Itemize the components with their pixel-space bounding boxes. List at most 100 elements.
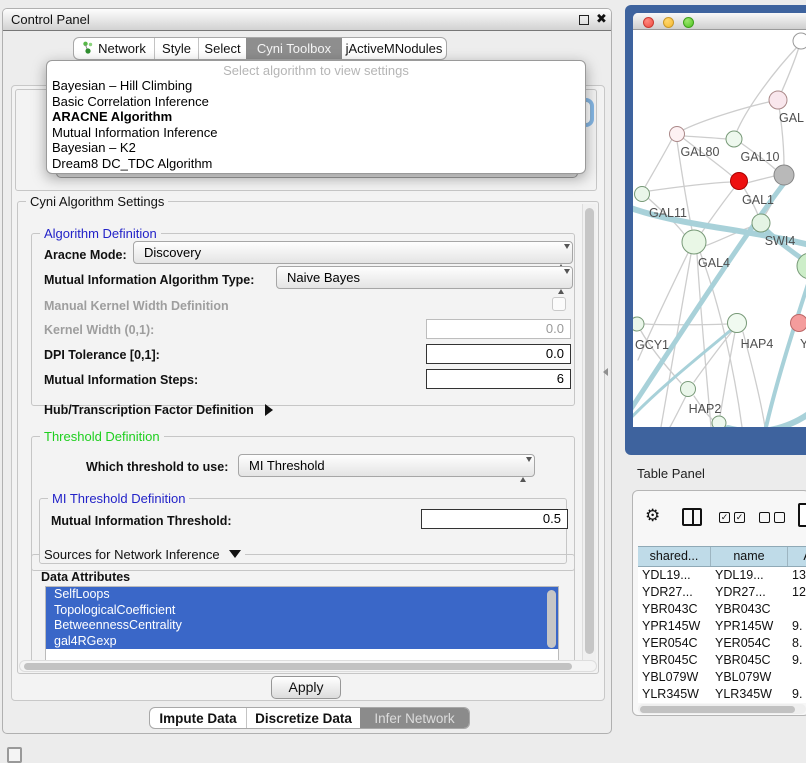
table-body: YDL19...YDL19...13YDR27...YDR27...12YBR0…: [638, 567, 806, 703]
mac-close-icon[interactable]: [643, 17, 654, 28]
mi-threshold-label: Mutual Information Threshold:: [51, 514, 232, 528]
which-threshold-combobox[interactable]: MI Threshold: [238, 454, 535, 477]
network-node-gal11[interactable]: [635, 187, 650, 202]
aracne-mode-combobox[interactable]: Discovery: [133, 241, 573, 264]
tab-discretize-data[interactable]: Discretize Data: [246, 708, 360, 728]
settings-horizontal-scrollbar[interactable]: [19, 660, 597, 672]
hub-definition-expander[interactable]: Hub/Transcription Factor Definition: [44, 403, 273, 417]
tab-label: Style: [162, 41, 191, 56]
cyni-bottom-tab-bar: Impute DataDiscretize DataInfer Network: [149, 707, 470, 729]
collapsed-panel-icon[interactable]: [7, 747, 22, 763]
close-icon[interactable]: ✖: [596, 11, 607, 27]
table-row[interactable]: YPR145WYPR145W9.: [638, 618, 806, 635]
network-canvas[interactable]: GALGAL80GAL10GAL1GAL11SWI4GAL4GCY1HAP4YH…: [633, 30, 806, 427]
algorithm-dropdown-items: Bayesian – Hill ClimbingBasic Correlatio…: [47, 78, 585, 171]
network-node[interactable]: [793, 33, 806, 49]
tab-style[interactable]: Style: [154, 38, 198, 59]
network-node-hap4[interactable]: [728, 314, 747, 333]
algorithm-option[interactable]: Bayesian – K2: [47, 140, 585, 156]
tab-infer-network[interactable]: Infer Network: [360, 708, 469, 728]
panel-splitter-handle[interactable]: [603, 368, 608, 376]
mac-minimize-icon[interactable]: [663, 17, 674, 28]
table-cell: 13: [788, 567, 806, 584]
network-node-label: GAL1: [742, 193, 774, 207]
network-node-gal80[interactable]: [670, 127, 685, 142]
network-edge[interactable]: [683, 100, 778, 130]
table-row[interactable]: YBR043CYBR043C: [638, 601, 806, 618]
table-column-header[interactable]: name: [711, 547, 788, 566]
table-row[interactable]: YBL079WYBL079W: [638, 669, 806, 686]
network-edge[interactable]: [747, 176, 774, 183]
network-edge-highlighted[interactable]: [766, 278, 806, 427]
control-panel-tab-bar: Network Style Select Cyni Toolbox jActiveMNo…: [73, 37, 447, 60]
table-row[interactable]: YLR345WYLR345W9.: [638, 686, 806, 703]
attribute-list-item[interactable]: BetweennessCentrality: [46, 618, 558, 634]
network-node-label: GAL4: [698, 256, 730, 270]
network-node-gal1[interactable]: [731, 173, 748, 190]
dpi-tolerance-field[interactable]: 0.0: [426, 344, 571, 364]
which-threshold-label: Which threshold to use:: [86, 460, 228, 474]
network-node-swi4[interactable]: [752, 214, 770, 232]
network-node-gcy1[interactable]: [633, 317, 644, 331]
network-node-gal[interactable]: [769, 91, 787, 109]
network-edge[interactable]: [645, 139, 672, 187]
mi-threshold-field[interactable]: 0.5: [421, 509, 568, 529]
settings-vertical-scrollbar[interactable]: [582, 204, 596, 666]
algorithm-option[interactable]: Dream8 DC_TDC Algorithm: [47, 156, 585, 172]
stepper-arrows-icon: [520, 459, 527, 480]
table-row[interactable]: YBR045CYBR045C9.: [638, 652, 806, 669]
kernel-width-field: 0.0: [426, 319, 571, 339]
algorithm-option[interactable]: Basic Correlation Inference: [47, 94, 585, 110]
table-cell: YDL19...: [711, 567, 788, 584]
network-edge[interactable]: [670, 396, 686, 427]
attribute-list-item[interactable]: TopologicalCoefficient: [46, 603, 558, 619]
network-node-hap2[interactable]: [681, 382, 696, 397]
network-node-gal4[interactable]: [682, 230, 706, 254]
hide-columns-icon[interactable]: [759, 512, 785, 523]
tab-cyni-toolbox[interactable]: Cyni Toolbox: [246, 38, 342, 59]
table-column-header[interactable]: shared...: [638, 547, 711, 566]
tab-label: jActiveMNodules: [346, 41, 443, 56]
show-columns-icon[interactable]: ✓✓: [719, 512, 745, 523]
mi-steps-field[interactable]: 6: [426, 369, 571, 389]
attribute-list-scrollbar[interactable]: [547, 590, 556, 648]
tab-label: Cyni Toolbox: [257, 41, 331, 56]
new-table-icon[interactable]: [798, 503, 806, 527]
data-attributes-list: SelfLoopsTopologicalCoefficientBetweenne…: [45, 586, 559, 666]
apply-button[interactable]: Apply: [271, 676, 341, 699]
network-node-y[interactable]: [791, 315, 806, 332]
column-layout-icon[interactable]: [682, 508, 702, 526]
control-panel-title: Control Panel: [11, 12, 90, 27]
tab-select[interactable]: Select: [198, 38, 246, 59]
float-window-icon[interactable]: [579, 15, 589, 25]
algorithm-option[interactable]: Mutual Information Inference: [47, 125, 585, 141]
tab-impute-data[interactable]: Impute Data: [150, 708, 246, 728]
network-edge[interactable]: [649, 182, 731, 191]
algorithm-option[interactable]: ARACNE Algorithm: [47, 109, 585, 125]
table-row[interactable]: YDR27...YDR27...12: [638, 584, 806, 601]
table-horizontal-scrollbar[interactable]: [638, 704, 806, 714]
network-node[interactable]: [774, 165, 794, 185]
attribute-list-item[interactable]: gal4RGexp: [46, 634, 558, 650]
attribute-list-item[interactable]: SelfLoops: [46, 587, 558, 603]
sources-collapse-header[interactable]: Sources for Network Inference: [40, 547, 245, 562]
algorithm-option[interactable]: Bayesian – Hill Climbing: [47, 78, 585, 94]
table-row[interactable]: YDL19...YDL19...13: [638, 567, 806, 584]
gear-icon[interactable]: ⚙: [645, 506, 660, 526]
mi-algorithm-type-combobox[interactable]: Naive Bayes: [276, 266, 573, 289]
tab-jactivemnodules[interactable]: jActiveMNodules: [342, 38, 446, 59]
table-cell: YLR345W: [638, 686, 711, 703]
tab-network[interactable]: Network: [74, 38, 154, 59]
aracne-mode-value: Discovery: [144, 245, 201, 260]
table-row[interactable]: YER054CYER054C8.: [638, 635, 806, 652]
table-column-header[interactable]: A: [788, 547, 806, 566]
mac-zoom-icon[interactable]: [683, 17, 694, 28]
table-cell: 9.: [788, 652, 806, 669]
network-node-label: GAL: [779, 111, 804, 125]
network-edge[interactable]: [684, 136, 726, 139]
hub-definition-label: Hub/Transcription Factor Definition: [44, 403, 254, 417]
network-node-gal10[interactable]: [726, 131, 742, 147]
table-cell: [788, 669, 806, 686]
network-node[interactable]: [712, 416, 726, 427]
table-cell: YLR345W: [711, 686, 788, 703]
